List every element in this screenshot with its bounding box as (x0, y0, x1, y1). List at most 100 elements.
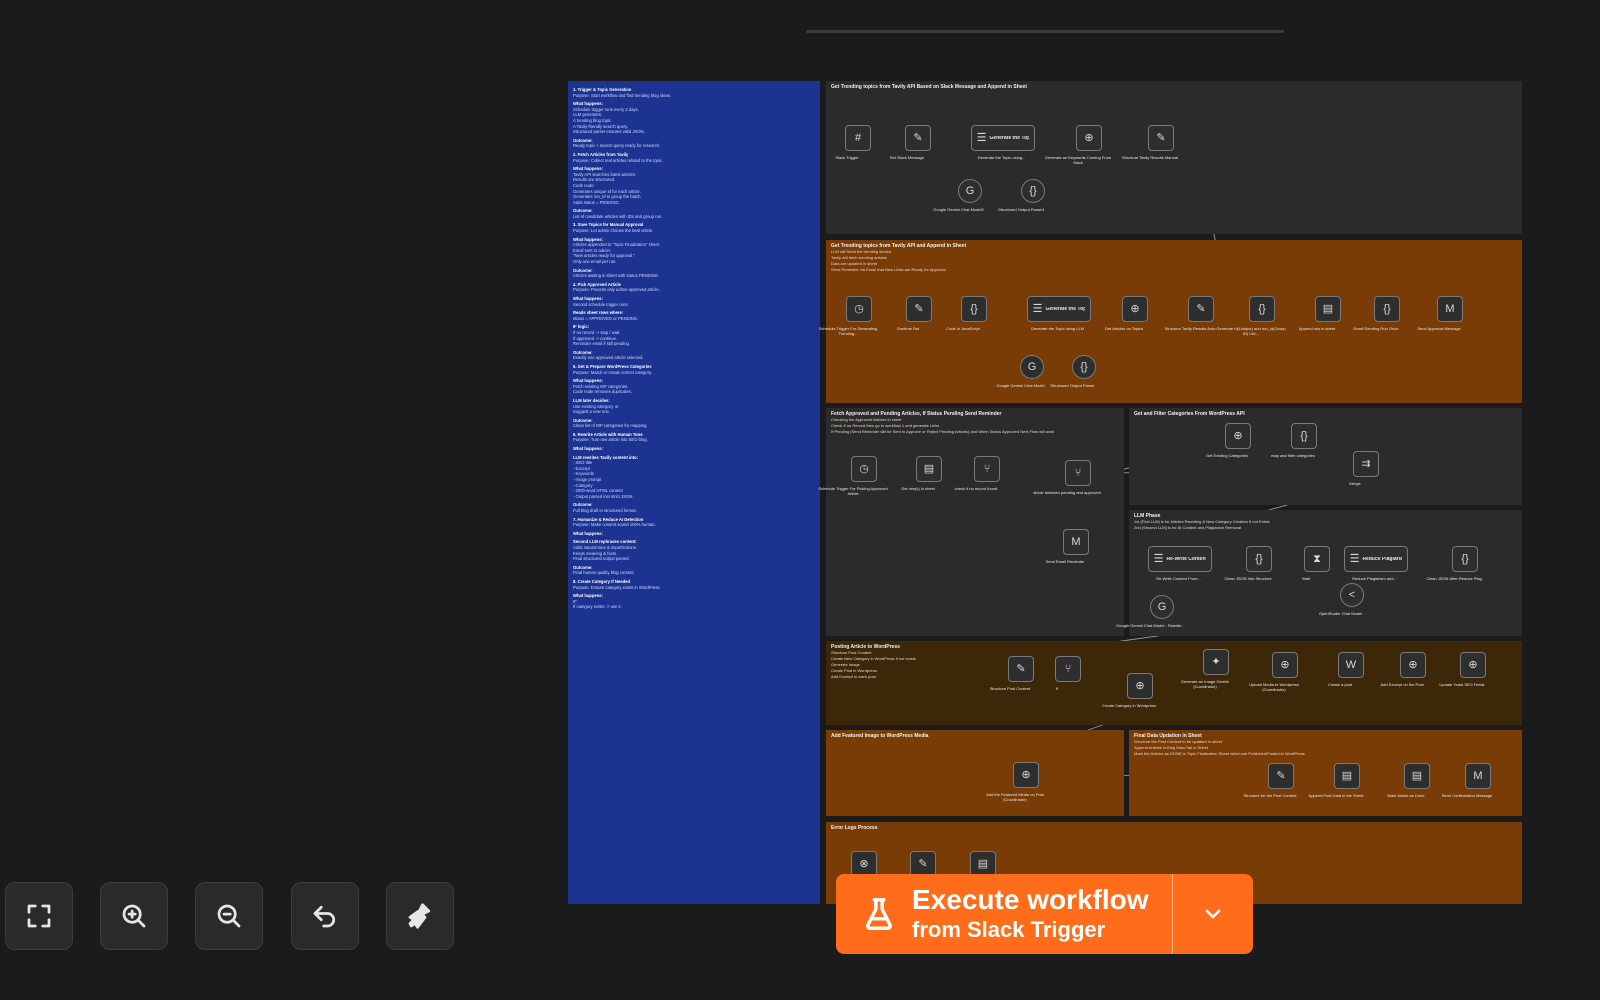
workflow-node[interactable]: ⊕ Create Category in Wordpress (1102, 673, 1156, 708)
node-label: Set Slack Message (889, 155, 925, 160)
note-heading: What happens: (573, 446, 604, 452)
workflow-node[interactable]: M Send Confirmation Message (1442, 763, 1492, 798)
sticky-note[interactable]: LLM Phase 1st (First LLM) is for Articles… (1129, 510, 1522, 636)
sticky-text: Mark the Articles as DONE in Topic Final… (1134, 751, 1305, 756)
workflow-node[interactable]: M Send Email Reminder (1046, 529, 1089, 564)
workflow-node[interactable]: {} Structured Output Parser (1050, 355, 1096, 388)
workflow-node[interactable]: ⊕ Add Excerpt on the Post (1380, 652, 1426, 687)
workflow-node[interactable]: ⊕ Add the Featured Media on Post (Coordin… (986, 762, 1044, 802)
node-label: Update Yoast SEO Fields (1439, 682, 1485, 687)
note-line: Final structured output parsed. (573, 556, 630, 562)
workflow-node[interactable]: G Google Gemini Chat Model (996, 355, 1045, 388)
undo-button[interactable] (291, 882, 359, 950)
node-label: Mark Article as Done (1387, 793, 1425, 798)
zoom-out-button[interactable] (195, 882, 263, 950)
node-label: check if no record found (954, 486, 998, 491)
node-label: Append Post Data in the Sheet (1308, 793, 1364, 798)
workflow-node[interactable]: {} map and filter categories (1271, 423, 1317, 458)
workflow-node[interactable]: ⑂ If (1055, 656, 1081, 691)
note-line: status = APPROVED or PENDING. (573, 315, 639, 321)
code-icon: {} (1258, 302, 1266, 315)
node-inline-title: Re-Write Content From... (1166, 556, 1207, 562)
node-inline-title: Generate the Topic using... (989, 135, 1030, 141)
note-line: Ready topic + search query ready for res… (573, 143, 661, 149)
node-label: Structured Output Parser (1050, 383, 1095, 388)
execute-workflow-label: Execute workflow (912, 884, 1149, 915)
note-line: Purpose: Match or create correct categor… (573, 369, 653, 375)
wordpress-icon: W (1345, 658, 1357, 671)
workflow-node[interactable]: ⊕ Generate an Keywords Coming From Slack (1045, 125, 1111, 165)
workflow-node[interactable]: G Google Gemini Chat Model2 (933, 179, 984, 212)
parser-icon: {} (1080, 360, 1088, 373)
workflow-node[interactable]: ✎ Structure Tavily Results Auto (1165, 296, 1215, 331)
note-heading: What happens: (573, 530, 604, 536)
note-line: - Output parsed into strict JSON. (573, 493, 634, 499)
sticky-note[interactable]: Fetch Approved and Pending Articles, If … (826, 408, 1124, 636)
workflow-node[interactable]: ⑂ check if no record found (955, 456, 1000, 491)
workflow-node[interactable]: ☰Generate the Topic using...Generate the… (971, 125, 1035, 160)
workflow-node[interactable]: ⑂ divide between pending and approved (1033, 460, 1101, 495)
workflow-node[interactable]: ⊕ Update Yoast SEO Fields (1439, 652, 1486, 687)
sticky-note[interactable]: Final Data Updation in Sheet Structure th… (1129, 730, 1522, 816)
zoom-in-button[interactable] (100, 882, 168, 950)
workflow-node[interactable]: ✎ Set Slack Message (890, 125, 931, 160)
globe-icon: ⊕ (1408, 658, 1418, 671)
workflow-node[interactable]: ✦ Generate an Image Gemini (Coordinator) (1181, 649, 1229, 689)
workflow-node[interactable]: ☰Generate the Topic using LLMGenerate th… (1027, 296, 1091, 331)
sticky-note[interactable]: Add Featured Image to WordPress Media (826, 730, 1124, 816)
zoom-in-icon (122, 904, 146, 928)
trigger-dropdown-button[interactable] (1173, 874, 1253, 954)
node-label: Clean JSON After Reduce Plag (1426, 576, 1482, 581)
workflow-node[interactable]: {} Structured Output Parser1 (998, 179, 1045, 212)
workflow-node[interactable]: ✎ Structure Tavily Results Manual (1122, 125, 1178, 160)
gemini-icon: G (965, 184, 975, 197)
node-label: Generate Id(Unique) and run_Id(Group ID)… (1216, 326, 1286, 336)
workflow-node[interactable]: {} Clean JSON Into Structure (1224, 546, 1272, 581)
workflow-node[interactable]: ☰Re-Write Content From...Re-Write Conten… (1148, 546, 1212, 581)
workflow-canvas[interactable]: 1. Trigger & Topic Generation Purpose: St… (0, 0, 1600, 1000)
note-line: Purpose: Make content sound 100% human. (573, 522, 656, 528)
workflow-node[interactable]: ⇉ Merge (1349, 451, 1379, 486)
note-line: Exactly one approved article selected. (573, 355, 644, 361)
node-inline-title: Reduce Plagiarism and... (1362, 556, 1403, 562)
workflow-node[interactable]: {} Code in JavaScript (946, 296, 987, 331)
tidy-up-button[interactable] (386, 882, 454, 950)
clock-icon: ◷ (859, 462, 869, 475)
note-line: Clean list of WP categories for mapping. (573, 423, 648, 429)
workflow-node[interactable]: ✎ Structure Post Content (990, 656, 1034, 691)
workflow-node[interactable]: ✎ Runtime Set (897, 296, 932, 331)
execute-workflow-button[interactable]: Execute workflow from Slack Trigger (836, 874, 1172, 954)
workflow-node[interactable]: {} Clean JSON After Reduce Plag (1426, 546, 1482, 581)
workflow-node[interactable]: W Create a post (1328, 652, 1364, 687)
workflow-node[interactable]: G Google Gemini Chat Model - Rewrite... (1116, 595, 1185, 628)
workflow-node[interactable]: ✎ Structure for the Post Content (1244, 763, 1296, 798)
note-line: Suggest a new one. (573, 409, 611, 415)
tidy-up-icon (408, 903, 431, 929)
workflow-node[interactable]: ⊕ Upload Media to Wordpress (Coordinator) (1249, 652, 1299, 692)
workflow-node[interactable]: ◷ Schedule Trigger For Picking Approved A… (818, 456, 888, 496)
workflow-node[interactable]: ⊕ Get Articles on Topics (1105, 296, 1148, 331)
gmail-icon: M (1445, 302, 1455, 315)
workflow-node[interactable]: # Slack Trigger (835, 125, 871, 160)
node-label: Send Approval Message (1417, 326, 1461, 331)
workflow-node[interactable]: < OpenRouter Chat Model (1319, 583, 1364, 616)
merge-icon: ⇉ (1361, 457, 1371, 470)
workflow-node[interactable]: ☰Reduce Plagiarism and...Reduce Plagiari… (1344, 546, 1408, 581)
workflow-node[interactable]: ▤ Append Post Data in the Sheet (1309, 763, 1363, 798)
edit-icon: ✎ (1196, 302, 1206, 315)
sticky-note[interactable]: Get Trending topics from Tavily API and … (826, 240, 1522, 403)
node-label: Structure Tavily Results Auto (1164, 326, 1216, 331)
workflow-node[interactable]: ▤ Mark Article as Done (1388, 763, 1430, 798)
workflow-node[interactable]: ⊕ Get Existing Categories (1206, 423, 1251, 458)
fit-view-button[interactable] (5, 882, 73, 950)
documentation-sticky-note[interactable]: 1. Trigger & Topic Generation Purpose: St… (568, 81, 820, 904)
workflow-node[interactable]: M Send Approval Message (1417, 296, 1463, 331)
workflow-node[interactable]: {} Email Sending Run Once (1354, 296, 1400, 331)
workflow-node[interactable]: ⧗ Wait (1302, 546, 1330, 581)
workflow-node[interactable]: ▤ Get row(s) in sheet (901, 456, 942, 491)
workflow-node[interactable]: {} Generate Id(Unique) and run_Id(Group I… (1216, 296, 1286, 336)
if-icon: ⑂ (983, 462, 991, 475)
sheets-icon: ▤ (1341, 769, 1353, 782)
workflow-node[interactable]: ◷ Schedule Trigger For Generating Trendin… (819, 296, 877, 336)
workflow-node[interactable]: ▤ Append row in sheet (1299, 296, 1341, 331)
